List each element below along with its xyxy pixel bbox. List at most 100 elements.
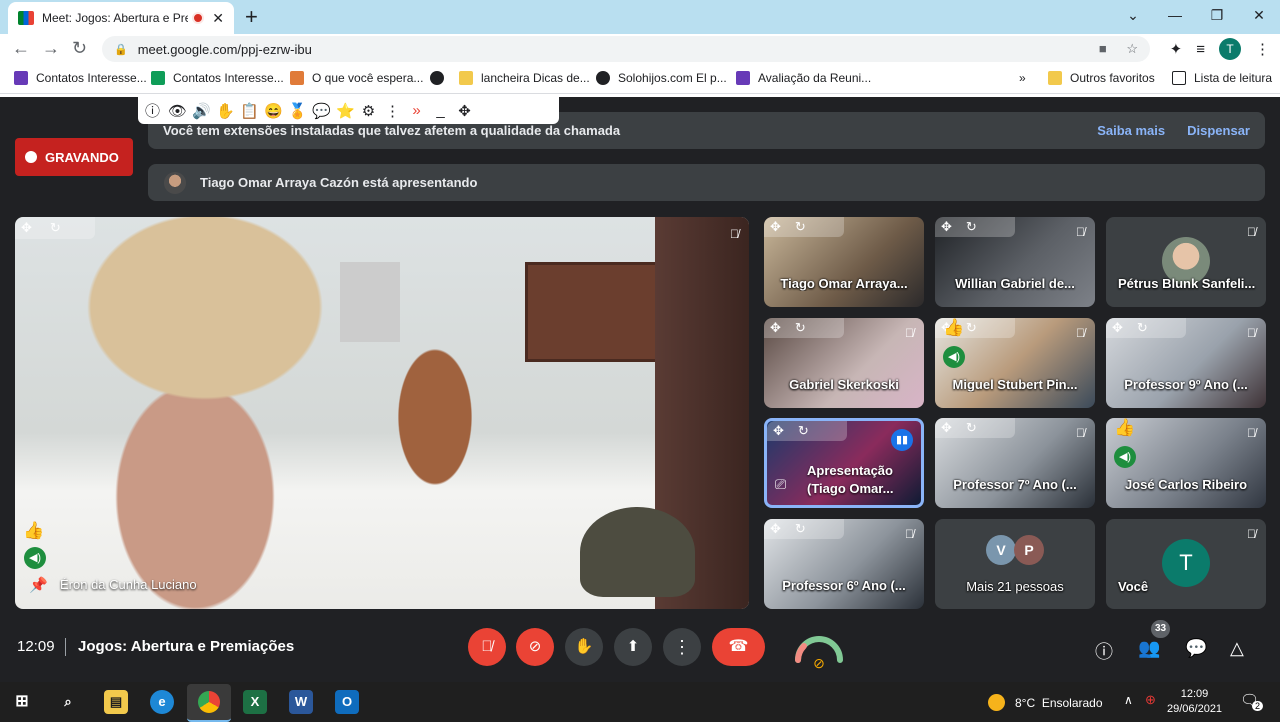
refresh-icon[interactable]: ↻ (795, 521, 806, 537)
star-icon[interactable]: ⭐ (336, 102, 355, 120)
recording-button[interactable]: GRAVANDO (15, 138, 133, 176)
refresh-icon[interactable]: ↻ (50, 220, 61, 236)
move-icon[interactable]: ✥ (941, 219, 952, 235)
profile-avatar[interactable]: T (1219, 38, 1241, 60)
forward-icon[interactable]: → (42, 38, 60, 59)
connection-gauge-icon[interactable]: ⊘ (792, 626, 846, 672)
word-icon[interactable]: W (289, 690, 313, 714)
present-screen-button[interactable]: ⬆ (614, 628, 652, 666)
reading-list[interactable]: Lista de leitura (1172, 71, 1272, 85)
bookmark-item[interactable]: Solohijos.com El p... (596, 71, 727, 85)
participant-tile[interactable]: 🎙̸ Pétrus Blunk Sanfeli... (1106, 217, 1266, 307)
reload-icon[interactable]: ↻ (72, 38, 87, 59)
participant-tile[interactable]: ✥ ↻ 🎙̸ Willian Gabriel de... (935, 217, 1095, 307)
extensions-icon[interactable]: ✦ (1170, 40, 1183, 58)
hand-icon[interactable]: ✋ (216, 102, 235, 120)
close-tab-icon[interactable]: ✕ (212, 10, 224, 27)
maximize-button[interactable]: ❐ (1196, 7, 1238, 24)
refresh-icon[interactable]: ↻ (795, 219, 806, 235)
close-window-button[interactable]: ✕ (1238, 7, 1280, 24)
minimize-icon[interactable]: _ (432, 102, 449, 119)
windows-start-icon[interactable]: ⊞ (10, 690, 34, 714)
participant-tile[interactable]: ✥ ↻ 🎙̸ Gabriel Skerkoski (764, 318, 924, 408)
camera-permission-icon[interactable]: ■ (1099, 41, 1107, 56)
raise-hand-button[interactable]: ✋ (565, 628, 603, 666)
leave-call-button[interactable]: ☎ (712, 628, 765, 666)
participant-tile[interactable]: ✥ ↻ 🎙̸ Professor 9º Ano (... (1106, 318, 1266, 408)
dismiss-link[interactable]: Dispensar (1187, 123, 1250, 138)
pin-icon[interactable]: 📌 (29, 576, 48, 594)
bookmark-item[interactable]: O que você espera... (290, 71, 423, 85)
other-bookmarks[interactable]: Outros favoritos (1048, 71, 1155, 85)
back-icon[interactable]: ← (12, 38, 30, 59)
chrome-icon[interactable] (187, 684, 231, 722)
system-clock[interactable]: 12:09 29/06/2021 (1167, 687, 1222, 717)
bookmark-item[interactable]: Contatos Interesse... (151, 71, 284, 85)
edge-icon[interactable]: e (150, 690, 174, 714)
menu-kebab-icon[interactable]: ⋮ (1255, 40, 1270, 58)
mic-toggle-button[interactable]: 🎙̸ (468, 628, 506, 666)
move-icon[interactable]: ✥ (770, 320, 781, 336)
tray-chevron-icon[interactable]: ∧ (1124, 693, 1133, 707)
fast-forward-icon[interactable]: » (408, 102, 425, 119)
thumbs-up-icon: 👍 (23, 521, 45, 540)
refresh-icon[interactable]: ↻ (966, 219, 977, 235)
volume-icon[interactable]: 🔊 (192, 102, 211, 120)
refresh-icon[interactable]: ↻ (1137, 320, 1148, 336)
media-control-icon[interactable]: ≡ (1196, 41, 1205, 58)
bookmark-star-icon[interactable]: ☆ (1126, 41, 1138, 56)
move-icon[interactable]: ✥ (456, 102, 473, 120)
refresh-icon[interactable]: ↻ (795, 320, 806, 336)
move-icon[interactable]: ✥ (21, 220, 32, 236)
settings-icon[interactable]: ⚙ (360, 102, 377, 120)
refresh-icon[interactable]: ↻ (798, 423, 809, 439)
eye-icon[interactable]: 👁 (168, 102, 187, 120)
refresh-icon[interactable]: ↻ (966, 420, 977, 436)
camera-toggle-button[interactable]: ⊘ (516, 628, 554, 666)
main-speaker-tile[interactable]: ✥ ↻ 🎙̸ 👍 ◀) 📌 Éron da Cunha Luciano (15, 217, 749, 609)
participants-icon[interactable]: 👥 (1138, 638, 1160, 659)
refresh-icon[interactable]: ↻ (966, 320, 977, 336)
more-icon[interactable]: ⋮ (384, 102, 401, 120)
excel-icon[interactable]: X (243, 690, 267, 714)
participant-tile[interactable]: ✥ ↻ 👍 ◀) 🎙̸ Miguel Stubert Pin... (935, 318, 1095, 408)
move-icon[interactable]: ✥ (770, 521, 781, 537)
meeting-details-icon[interactable]: ⓘ (1095, 638, 1113, 664)
address-bar[interactable]: 🔒 meet.google.com/ppj-ezrw-ibu ■ ☆ (102, 36, 1150, 62)
tab-search-icon[interactable]: ⌄ (1112, 7, 1154, 24)
presentation-tile[interactable]: ✥ ↻ ▮▮ ⎚ Apresentação (Tiago Omar... (764, 418, 924, 508)
badge-icon[interactable]: 🏅 (288, 102, 307, 120)
search-icon[interactable]: ⌕ (56, 690, 80, 714)
move-icon[interactable]: ✥ (941, 420, 952, 436)
move-icon[interactable]: ✥ (773, 423, 784, 439)
move-icon[interactable]: ✥ (1112, 320, 1123, 336)
participant-tile[interactable]: 👍 ◀) 🎙̸ José Carlos Ribeiro (1106, 418, 1266, 508)
tray-app-icon[interactable]: ⊕ (1145, 692, 1156, 708)
minimize-button[interactable]: — (1154, 7, 1196, 23)
bookmarks-overflow[interactable]: » (1019, 71, 1026, 85)
bookmark-item[interactable] (430, 71, 452, 85)
bookmark-item[interactable]: Avaliação da Reuni... (736, 71, 871, 85)
move-icon[interactable]: ✥ (770, 219, 781, 235)
participant-tile[interactable]: ✥ ↻ 🎙̸ Professor 7º Ano (... (935, 418, 1095, 508)
info-icon[interactable]: ⓘ (144, 100, 161, 121)
bookmark-item[interactable]: Contatos Interesse... (14, 71, 147, 85)
tab-meet[interactable]: Meet: Jogos: Abertura e Prem ✕ (8, 2, 234, 34)
chat-icon[interactable]: 💬 (1185, 638, 1207, 659)
weather-widget[interactable]: 8°C Ensolarado (988, 694, 1103, 711)
more-options-button[interactable]: ⋮ (663, 628, 701, 666)
participant-tile[interactable]: ✥ ↻ 🎙̸ Professor 6º Ano (... (764, 519, 924, 609)
self-tile[interactable]: 🎙̸ T Você (1106, 519, 1266, 609)
emoji-icon[interactable]: 😄 (264, 102, 283, 120)
more-participants-tile[interactable]: V P Mais 21 pessoas (935, 519, 1095, 609)
activities-icon[interactable]: △ (1230, 638, 1244, 659)
chat-icon[interactable]: 💬 (312, 102, 331, 120)
file-explorer-icon[interactable]: ▤ (104, 690, 128, 714)
clipboard-icon[interactable]: 📋 (240, 102, 259, 120)
outlook-icon[interactable]: O (335, 690, 359, 714)
participant-tile[interactable]: ✥ ↻ Tiago Omar Arraya... (764, 217, 924, 307)
bookmark-item[interactable]: lancheira Dicas de... (459, 71, 590, 85)
learn-more-link[interactable]: Saiba mais (1097, 123, 1165, 138)
new-tab-button[interactable]: + (245, 4, 258, 30)
lock-icon[interactable]: 🔒 (114, 43, 128, 56)
